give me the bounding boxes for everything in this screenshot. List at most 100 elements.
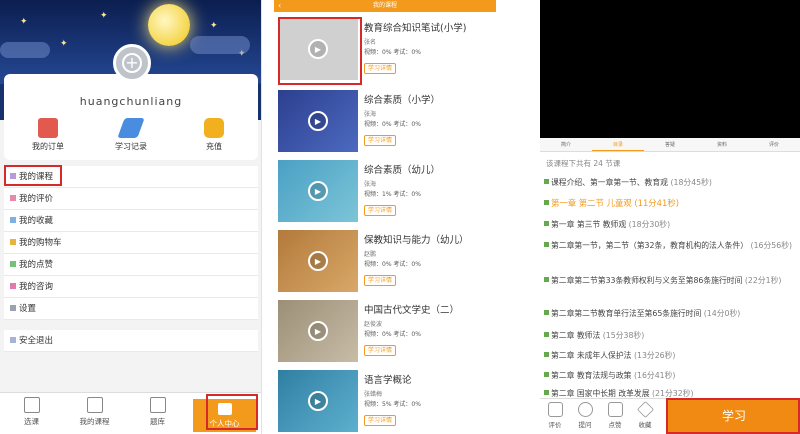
play-icon[interactable]: ▶ [308,181,328,201]
star-icon: ✦ [100,11,108,21]
highlight-box [4,165,62,186]
course-card[interactable]: ▶ 综合素质（小学） 张海 视频：0% 考试：0% 学习详情 [278,90,494,160]
chapter-item[interactable]: 第二章第一节，第二节（第32条，教育机构的法人条件） (16分56秒) [544,240,796,251]
square-icon [10,283,16,289]
study-details-button[interactable]: 学习详情 [364,275,397,286]
pen-icon [117,118,145,138]
orders-button[interactable]: 我的订单 [8,118,88,152]
course-thumbnail[interactable]: ▶ [278,230,358,292]
play-icon[interactable]: ▶ [308,391,328,411]
chapter-item[interactable]: 第二章 未成年人保护法 (13分26秒) [544,350,796,361]
course-card[interactable]: ▶ 语言学概论 张蜡梅 视频：5% 考试：0% 学习详情 [278,370,494,434]
square-icon [544,332,549,337]
lesson-count: 该课程下共有 24 节课 [546,159,621,168]
square-icon [544,200,549,205]
nav-tab-my-courses[interactable]: 我的课程 [63,393,126,434]
grid-icon [149,397,166,413]
course-title: 综合素质（幼儿） [364,165,441,176]
menu-item-my-cart[interactable]: 我的购物车 [4,232,258,254]
study-details-button[interactable]: 学习详情 [364,63,397,74]
course-thumbnail[interactable]: ▶ [278,370,358,432]
star-icon: ✦ [20,17,28,27]
chapter-item[interactable]: 第二章第二节第33条教师权利与义务至第86条施行时间 (22分1秒) [544,275,796,286]
menu-item-my-likes[interactable]: 我的点赞 [4,254,258,276]
chapter-item[interactable]: 第二章 教育法规与政策 (16分41秒) [544,370,796,381]
chapter-item[interactable]: 课程介绍、第一章第一节、教育观 (18分45秒) [544,177,796,188]
tab-materials[interactable]: 资料 [696,138,748,151]
course-card[interactable]: ▶ 中国古代文学史（二） 赵俊波 视频：0% 考试：0% 学习详情 [278,300,494,370]
course-teacher: 张蜡梅 [364,391,383,398]
tab-catalog[interactable]: 目录 [592,138,644,151]
highlight-box [278,17,362,85]
course-title: 教育综合知识笔试(小学) [364,23,467,34]
course-thumbnail[interactable]: ▶ [278,90,358,152]
recharge-button[interactable]: 充值 [174,118,254,152]
nav-tab-select-course[interactable]: 选课 [0,393,63,434]
study-details-button[interactable]: 学习详情 [364,205,397,216]
square-icon [10,261,16,267]
avatar[interactable]: + [113,44,151,82]
menu-item-logout[interactable]: 安全退出 [4,330,258,352]
tab-reviews[interactable]: 评价 [748,138,800,151]
menu-item-settings[interactable]: 设置 [4,298,258,320]
course-title: 保教知识与能力（幼儿） [364,235,469,246]
course-card[interactable]: ▶ 综合素质（幼儿） 张海 视频：1% 考试：0% 学习详情 [278,160,494,230]
play-icon[interactable]: ▶ [308,321,328,341]
edit-icon [547,402,563,417]
study-details-button[interactable]: 学习详情 [364,415,397,426]
like-button[interactable]: 点赞 [602,402,628,429]
player-tabs: 简介 目录 答疑 资料 评价 [540,138,800,152]
order-icon [38,118,58,138]
course-title: 语言学概论 [364,375,412,386]
profile-menu: 我的课程 我的评价 我的收藏 我的购物车 我的点赞 我的咨询 设置 安全退出 [4,166,258,352]
chapter-item-active[interactable]: 第一章 第二节 儿童观 (11分41秒) [544,198,796,209]
favorite-button[interactable]: 收藏 [632,401,658,429]
square-icon [10,337,16,343]
course-thumbnail[interactable]: ▶ [278,300,358,362]
square-icon [544,390,549,395]
list-icon [23,397,40,413]
square-icon [544,221,549,226]
nav-tab-question-bank[interactable]: 题库 [126,393,189,434]
square-icon [544,310,549,315]
ask-button[interactable]: 提问 [572,402,598,429]
chapter-item[interactable]: 第一章 第三节 教师观 (18分30秒) [544,219,796,230]
course-teacher: 张海 [364,111,377,118]
course-teacher: 张海 [364,181,377,188]
player-panel: 简介 目录 答疑 资料 评价 该课程下共有 24 节课 课程介绍、第一章第一节、… [536,0,800,434]
course-list-panel: ‹ 我的课程 ▶ 教育综合知识笔试(小学) 张名 视频：0% 考试：0% 学习详… [274,0,496,434]
course-card[interactable]: ▶ 保教知识与能力（幼儿） 赵鹏 视频：0% 考试：0% 学习详情 [278,230,494,300]
back-icon[interactable]: ‹ [278,0,281,12]
username: huangchunliang [79,95,183,108]
course-thumbnail[interactable]: ▶ [278,160,358,222]
cloud [0,42,50,58]
orders-label: 我的订单 [32,142,64,151]
video-player[interactable] [540,0,800,138]
course-progress: 视频：5% 考试：0% [364,401,421,408]
plus-icon: + [122,53,142,73]
square-icon [544,372,549,377]
study-records-button[interactable]: 学习记录 [91,118,171,152]
square-icon [544,352,549,357]
tab-intro[interactable]: 简介 [540,138,592,151]
tab-qa[interactable]: 答疑 [644,138,696,151]
study-details-button[interactable]: 学习详情 [364,345,397,356]
menu-item-my-favorites[interactable]: 我的收藏 [4,210,258,232]
study-details-button[interactable]: 学习详情 [364,135,397,146]
study-records-label: 学习记录 [115,142,147,151]
chapter-item[interactable]: 第二章第二节教育单行法至第65条施行时间 (14分0秒) [544,308,796,319]
menu-item-my-inquiries[interactable]: 我的咨询 [4,276,258,298]
play-icon[interactable]: ▶ [308,251,328,271]
review-button[interactable]: 评价 [542,402,568,429]
course-teacher: 张名 [364,39,377,46]
play-icon[interactable]: ▶ [308,111,328,131]
menu-gap [4,320,258,330]
square-icon [10,195,16,201]
highlight-box [666,398,800,434]
menu-item-my-reviews[interactable]: 我的评价 [4,188,258,210]
chapter-item[interactable]: 第二章 教师法 (15分38秒) [544,330,796,341]
course-teacher: 赵俊波 [364,321,383,328]
profile-panel: ✦ ✦ ✦ ✦ ✦ ✦ + huangchunliang 我的订单 学习记录 充… [0,0,262,434]
cloud [190,36,250,54]
course-progress: 视频：0% 考试：0% [364,121,421,128]
